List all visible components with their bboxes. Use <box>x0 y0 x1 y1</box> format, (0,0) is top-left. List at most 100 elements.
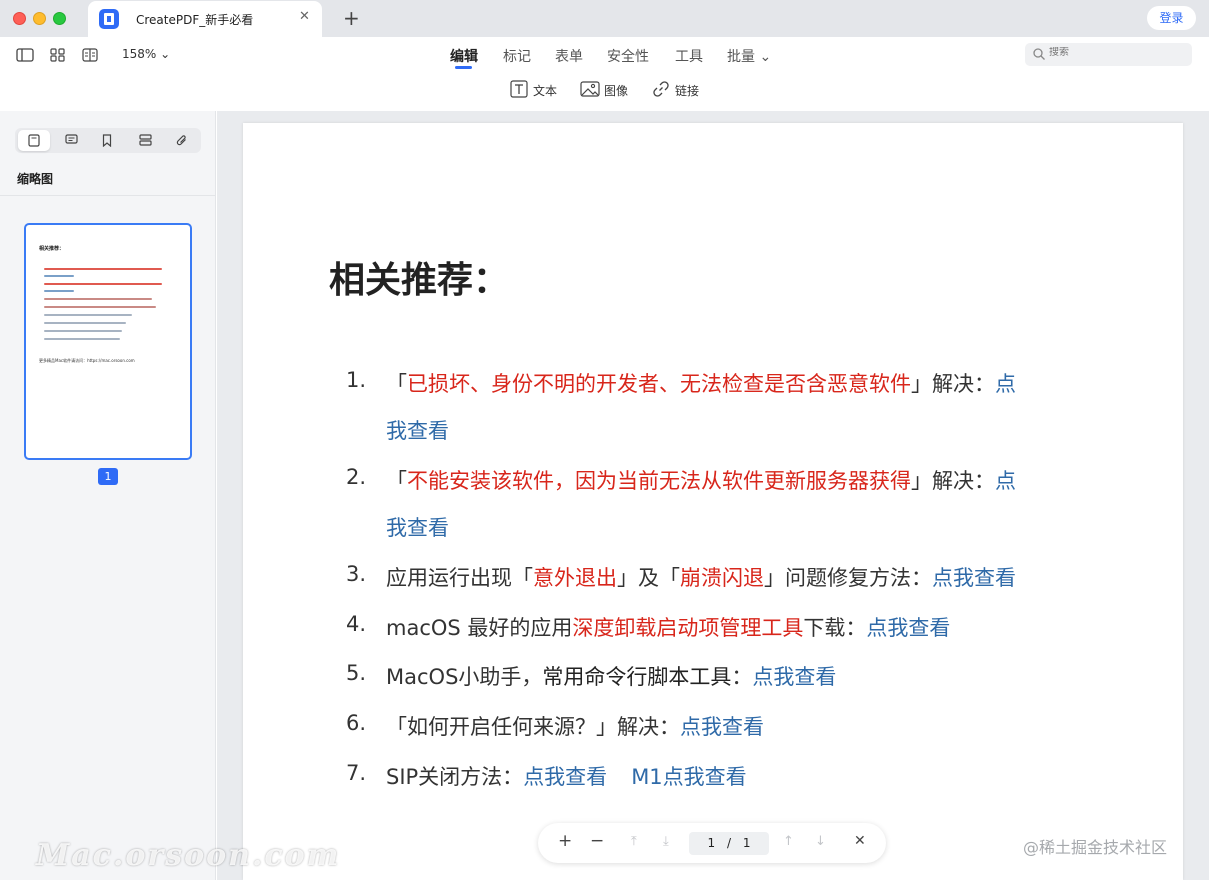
list-item-link[interactable]: 我查看 <box>386 419 449 443</box>
tab-markup[interactable]: 标记 <box>503 46 531 66</box>
sidebar-tab-attachments[interactable] <box>166 130 198 151</box>
list-item-number: 1. <box>346 368 367 392</box>
list-item-text: 下载： <box>803 616 867 640</box>
list-item-text: 「 <box>386 469 407 493</box>
page-navigation-bar: + − ⤒ ⤓ 1 / 1 ↑ ↓ ✕ <box>538 823 886 863</box>
list-item-link[interactable]: 点我查看 <box>932 566 1016 590</box>
zoom-in-button[interactable]: + <box>558 831 572 851</box>
sidebar-tab-group <box>15 128 201 153</box>
list-item-number: 6. <box>346 711 367 735</box>
list-item-link[interactable]: 点我查看 <box>523 765 607 789</box>
list-item-link[interactable]: 点我查看 <box>866 616 950 640</box>
page-thumbnail[interactable]: 相关推荐： 更多精品Mac软件请访问：https://mac.orsoon.co… <box>24 223 192 460</box>
list-item-link[interactable]: M1点我查看 <box>631 765 746 789</box>
layers-icon <box>139 134 152 146</box>
sidebar-tab-comments[interactable] <box>55 130 87 151</box>
window-maximize-button[interactable] <box>53 12 66 25</box>
tab-form[interactable]: 表单 <box>555 46 583 66</box>
close-page-bar-button[interactable]: ✕ <box>854 833 866 849</box>
thumbnail-text-line <box>44 275 74 277</box>
sidebar-title: 缩略图 <box>17 172 54 186</box>
thumbnail-text-line <box>44 283 162 285</box>
list-item-link[interactable]: 点我查看 <box>752 665 836 689</box>
thumbnail-footer: 更多精品Mac软件请访问：https://mac.orsoon.com <box>39 358 135 363</box>
page-number-field[interactable]: 1 / 1 <box>689 832 769 855</box>
tab-tools[interactable]: 工具 <box>675 46 703 66</box>
list-item-text: 」问题修复方法： <box>764 566 932 590</box>
list-item-text: ： <box>731 665 753 689</box>
search-box[interactable] <box>1025 43 1192 66</box>
list-item-text: 「 <box>386 372 407 396</box>
edit-image-label: 图像 <box>604 84 629 98</box>
comment-icon <box>65 134 78 144</box>
document-tab[interactable]: CreatePDF_新手必看 ✕ <box>88 1 322 37</box>
list-item-text: 「如何开启任何来源？」解决： <box>386 715 680 739</box>
watermark-text: Mac.orsoon.com <box>36 838 341 873</box>
new-tab-icon[interactable]: + <box>343 6 360 30</box>
sidebar-tab-layers[interactable] <box>129 130 161 151</box>
zoom-level-select[interactable]: 158% ⌄ <box>122 47 170 61</box>
last-page-button[interactable]: ⤓ <box>663 834 669 849</box>
list-item-link[interactable]: 点我查看 <box>680 715 764 739</box>
sidebar-divider <box>0 195 216 196</box>
search-input[interactable] <box>1049 47 1179 58</box>
list-item-highlight: 意外退出 <box>533 566 617 590</box>
thumbnail-text-line <box>44 322 126 324</box>
title-bar: CreatePDF_新手必看 ✕ + 登录 <box>0 0 1209 37</box>
page-separator: / <box>726 836 732 850</box>
list-item-text: macOS 最好的应用 <box>386 616 573 640</box>
sidebar-panel: 缩略图 相关推荐： 更多精品Mac软件请访问：https://mac.orsoo… <box>0 111 216 880</box>
pdf-page: 相关推荐： 1. 「已损坏、身份不明的开发者、无法检查是否含恶意软件」解决：点 … <box>243 123 1183 880</box>
list-item-highlight: 已损坏、身份不明的开发者、无法检查是否含恶意软件 <box>407 372 911 396</box>
list-item-link[interactable]: 我查看 <box>386 516 449 540</box>
tab-batch[interactable]: 批量 ⌄ <box>727 46 771 66</box>
image-tool-icon <box>580 81 600 97</box>
page-number-badge: 1 <box>98 468 118 485</box>
total-page-number: 1 <box>742 836 751 850</box>
close-tab-icon[interactable]: ✕ <box>299 9 310 24</box>
text-tool-icon <box>510 80 528 98</box>
list-item-text: 」解决： <box>911 469 995 493</box>
list-item-text: 应用运行出现「 <box>386 566 533 590</box>
edit-text-label: 文本 <box>533 84 558 98</box>
list-item-number: 2. <box>346 465 367 489</box>
bookmark-icon <box>102 134 112 147</box>
list-item-link[interactable]: 点 <box>995 372 1016 396</box>
thumbnail-heading: 相关推荐： <box>39 246 65 252</box>
list-item-link[interactable]: 点 <box>995 469 1016 493</box>
sidebar-tab-thumbnails[interactable] <box>18 130 50 151</box>
list-item-number: 4. <box>346 612 367 636</box>
document-canvas: 相关推荐： 1. 「已损坏、身份不明的开发者、无法检查是否含恶意软件」解决：点 … <box>217 111 1209 880</box>
reading-mode-icon[interactable] <box>81 48 99 62</box>
window-minimize-button[interactable] <box>33 12 46 25</box>
login-button[interactable]: 登录 <box>1147 6 1196 30</box>
first-page-button[interactable]: ⤒ <box>631 834 637 849</box>
document-heading: 相关推荐： <box>329 260 510 301</box>
document-tab-title: CreatePDF_新手必看 <box>136 13 254 27</box>
thumbnail-text-line <box>44 290 74 292</box>
list-item-number: 7. <box>346 761 367 785</box>
list-item-highlight: 崩溃闪退 <box>680 566 764 590</box>
thumbnail-text-line <box>44 268 162 270</box>
tab-edit[interactable]: 编辑 <box>450 46 478 66</box>
thumbnail-text-line <box>44 338 120 340</box>
main-toolbar: 158% ⌄ 编辑 标记 表单 安全性 工具 批量 ⌄ 文本 图像 <box>0 37 1209 111</box>
list-item-highlight: 不能安装该软件，因为当前无法从软件更新服务器获得 <box>407 469 911 493</box>
tab-security[interactable]: 安全性 <box>607 46 649 66</box>
thumbnail-text-line <box>44 330 122 332</box>
current-page-number: 1 <box>707 836 716 850</box>
next-page-button[interactable]: ↓ <box>815 834 826 849</box>
list-item-emphasis: 常用命令行脚本工具 <box>542 665 732 689</box>
zoom-out-button[interactable]: − <box>590 831 604 851</box>
previous-page-button[interactable]: ↑ <box>783 834 794 849</box>
thumbnail-text-line <box>44 306 156 308</box>
list-item-text: 」及「 <box>617 566 680 590</box>
active-tab-indicator <box>455 66 472 69</box>
grid-view-icon[interactable] <box>49 48 67 62</box>
edit-link-label: 链接 <box>675 84 700 98</box>
sidebar-toggle-icon[interactable] <box>16 48 34 62</box>
list-item-continuation: 我查看 <box>386 415 449 445</box>
list-item-text: MacOS小助手， <box>386 665 543 689</box>
sidebar-tab-bookmarks[interactable] <box>92 130 124 151</box>
window-close-button[interactable] <box>13 12 26 25</box>
